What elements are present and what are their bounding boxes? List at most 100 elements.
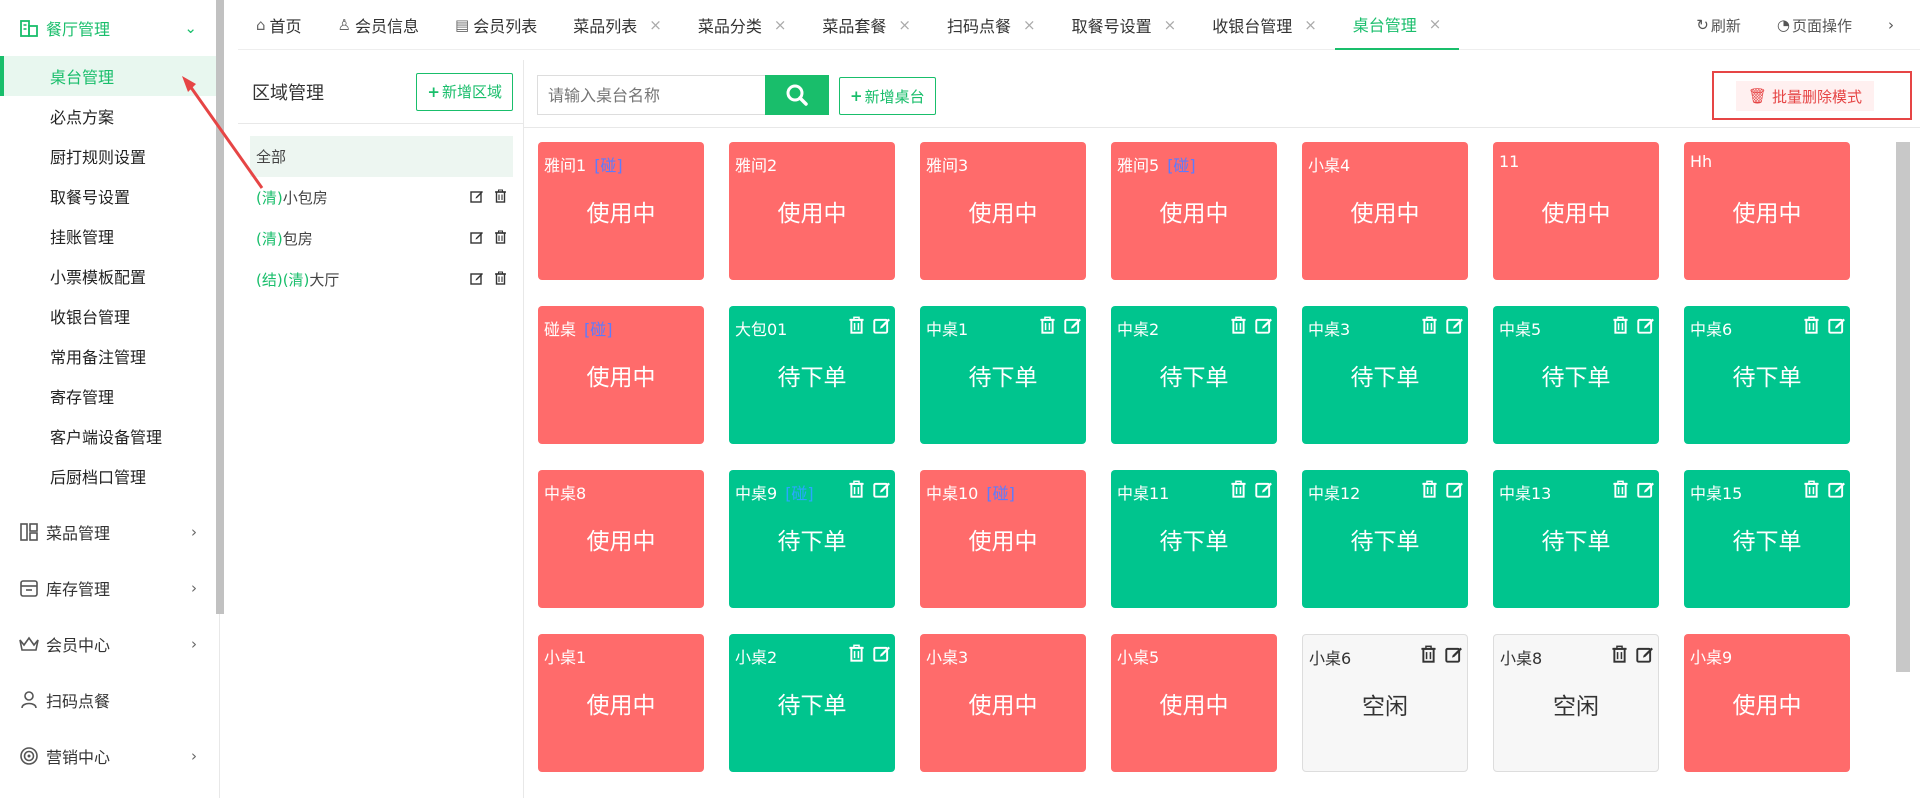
sidebar-group[interactable]: 会员中心 ›: [0, 616, 219, 672]
trash-icon[interactable]: [1230, 480, 1247, 502]
table-card[interactable]: 小桌8 空闲: [1493, 634, 1659, 772]
sidebar-scrollbar[interactable]: [216, 0, 224, 614]
tab[interactable]: 菜品列表 ×: [555, 0, 680, 50]
region-item[interactable]: (结)(清)大厅: [250, 259, 513, 300]
close-icon[interactable]: ×: [1429, 15, 1442, 33]
close-icon[interactable]: ×: [1023, 16, 1036, 34]
batch-delete-button[interactable]: 🗑 批量删除模式: [1736, 81, 1875, 111]
table-card[interactable]: 小桌4 使用中: [1302, 142, 1468, 280]
table-card[interactable]: 大包01 待下单: [729, 306, 895, 444]
trash-icon[interactable]: [848, 316, 865, 338]
table-card[interactable]: 雅间1 [碰] 使用中: [538, 142, 704, 280]
table-card[interactable]: 中桌2 待下单: [1111, 306, 1277, 444]
tab[interactable]: 桌台管理 ×: [1334, 0, 1460, 50]
sidebar-group[interactable]: 菜品管理 ›: [0, 504, 219, 560]
trash-icon[interactable]: [1421, 480, 1438, 502]
table-card[interactable]: 中桌3 待下单: [1302, 306, 1468, 444]
table-card[interactable]: 小桌3 使用中: [920, 634, 1086, 772]
search-button[interactable]: [765, 75, 829, 115]
trash-icon[interactable]: [1803, 480, 1820, 502]
edit-icon[interactable]: [1637, 480, 1655, 502]
table-card[interactable]: 中桌12 待下单: [1302, 470, 1468, 608]
trash-icon[interactable]: [1039, 316, 1056, 338]
sidebar-item[interactable]: 收银台管理: [0, 296, 219, 336]
edit-icon[interactable]: [1637, 316, 1655, 338]
table-card[interactable]: 中桌5 待下单: [1493, 306, 1659, 444]
tab[interactable]: ⌂ 首页: [238, 0, 320, 50]
table-card[interactable]: 中桌9 [碰] 待下单: [729, 470, 895, 608]
region-item[interactable]: (清)包房: [250, 218, 513, 259]
table-card[interactable]: 小桌5 使用中: [1111, 634, 1277, 772]
sidebar-group-restaurant[interactable]: 餐厅管理 ⌄: [0, 0, 219, 56]
sidebar-item[interactable]: 小票模板配置: [0, 256, 219, 296]
sidebar-item[interactable]: 取餐号设置: [0, 176, 219, 216]
trash-icon[interactable]: [1803, 316, 1820, 338]
edit-icon[interactable]: [1446, 480, 1464, 502]
tab[interactable]: 扫码点餐 ×: [929, 0, 1054, 50]
table-card[interactable]: Hh 使用中: [1684, 142, 1850, 280]
edit-icon[interactable]: [1828, 480, 1846, 502]
tabs-next-button[interactable]: ›: [1888, 16, 1912, 34]
tab[interactable]: 收银台管理 ×: [1194, 0, 1335, 50]
sidebar-group[interactable]: 库存管理 ›: [0, 560, 219, 616]
tab[interactable]: 菜品分类 ×: [680, 0, 805, 50]
trash-icon[interactable]: [848, 480, 865, 502]
region-item-all[interactable]: 全部: [250, 136, 513, 177]
tables-scrollbar[interactable]: [1896, 142, 1910, 672]
edit-icon[interactable]: [1064, 316, 1082, 338]
sidebar-item[interactable]: 厨打规则设置: [0, 136, 219, 176]
region-item[interactable]: (清)小包房: [250, 177, 513, 218]
trash-icon[interactable]: [1421, 316, 1438, 338]
add-region-button[interactable]: + 新增区域: [416, 72, 513, 111]
table-card[interactable]: 小桌2 待下单: [729, 634, 895, 772]
table-card[interactable]: 小桌6 空闲: [1302, 634, 1468, 772]
table-card[interactable]: 中桌6 待下单: [1684, 306, 1850, 444]
close-icon[interactable]: ×: [774, 16, 787, 34]
sidebar-item[interactable]: 桌台管理: [0, 56, 219, 96]
edit-icon[interactable]: [873, 316, 891, 338]
trash-icon[interactable]: [1230, 316, 1247, 338]
table-card[interactable]: 雅间5 [碰] 使用中: [1111, 142, 1277, 280]
tab[interactable]: ♙ 会员信息: [320, 0, 437, 50]
trash-icon[interactable]: [1612, 316, 1629, 338]
tab[interactable]: 取餐号设置 ×: [1054, 0, 1195, 50]
table-card[interactable]: 小桌1 使用中: [538, 634, 704, 772]
sidebar-item[interactable]: 必点方案: [0, 96, 219, 136]
close-icon[interactable]: ×: [1304, 16, 1317, 34]
edit-icon[interactable]: [1255, 316, 1273, 338]
page-ops-button[interactable]: ◔ 页面操作: [1777, 15, 1870, 36]
trash-icon[interactable]: [1612, 480, 1629, 502]
tab[interactable]: ▤ 会员列表: [437, 0, 555, 50]
edit-icon[interactable]: [1445, 645, 1463, 667]
edit-icon[interactable]: [470, 189, 484, 207]
trash-icon[interactable]: [1611, 645, 1628, 667]
refresh-button[interactable]: ↻ 刷新: [1696, 15, 1759, 36]
table-card[interactable]: 雅间3 使用中: [920, 142, 1086, 280]
sidebar-item[interactable]: 后厨档口管理: [0, 456, 219, 496]
edit-icon[interactable]: [470, 271, 484, 289]
table-card[interactable]: 11 使用中: [1493, 142, 1659, 280]
close-icon[interactable]: ×: [649, 16, 662, 34]
trash-icon[interactable]: [1420, 645, 1437, 667]
edit-icon[interactable]: [1255, 480, 1273, 502]
table-card[interactable]: 雅间2 使用中: [729, 142, 895, 280]
sidebar-group[interactable]: 扫码点餐: [0, 672, 219, 728]
table-card[interactable]: 碰桌 [碰] 使用中: [538, 306, 704, 444]
sidebar-group[interactable]: 营销中心 ›: [0, 728, 219, 784]
trash-icon[interactable]: [494, 189, 507, 207]
table-card[interactable]: 中桌13 待下单: [1493, 470, 1659, 608]
sidebar-item[interactable]: 寄存管理: [0, 376, 219, 416]
search-input[interactable]: [537, 75, 765, 115]
sidebar-item[interactable]: 挂账管理: [0, 216, 219, 256]
edit-icon[interactable]: [873, 644, 891, 666]
table-card[interactable]: 中桌10 [碰] 使用中: [920, 470, 1086, 608]
close-icon[interactable]: ×: [1164, 16, 1177, 34]
close-icon[interactable]: ×: [898, 16, 911, 34]
table-card[interactable]: 中桌11 待下单: [1111, 470, 1277, 608]
edit-icon[interactable]: [1446, 316, 1464, 338]
edit-icon[interactable]: [873, 480, 891, 502]
table-card[interactable]: 中桌8 使用中: [538, 470, 704, 608]
table-card[interactable]: 小桌9 使用中: [1684, 634, 1850, 772]
table-card[interactable]: 中桌15 待下单: [1684, 470, 1850, 608]
add-table-button[interactable]: + 新增桌台: [839, 77, 936, 115]
